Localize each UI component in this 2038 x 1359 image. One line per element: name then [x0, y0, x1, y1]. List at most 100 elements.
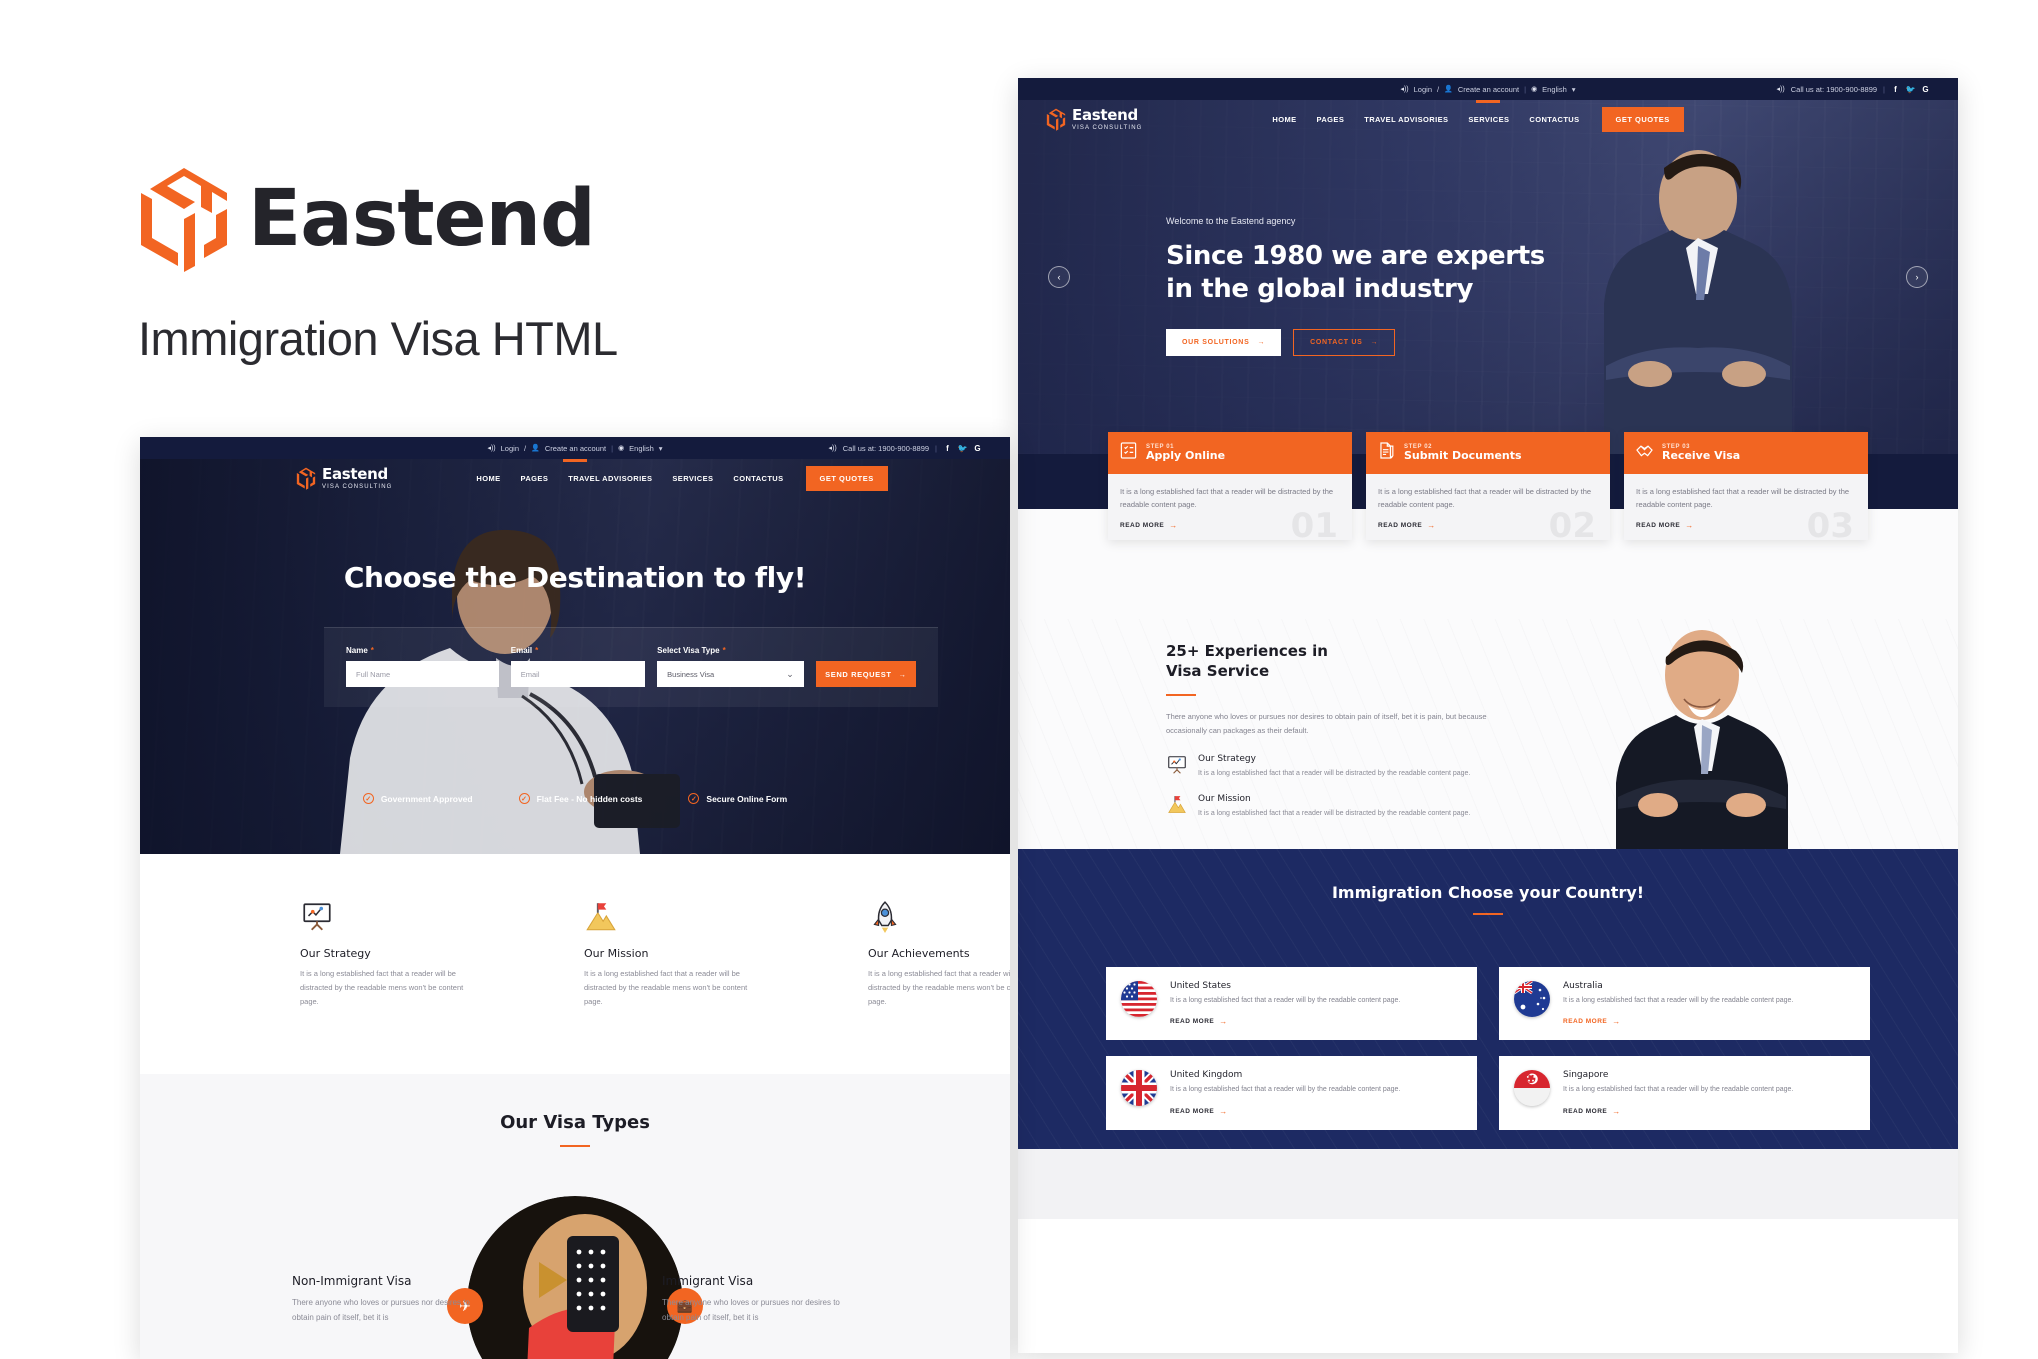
- arrow-right-icon: →: [1685, 521, 1694, 531]
- step-title: Receive Visa: [1662, 448, 1741, 462]
- step-card[interactable]: STEP 01 Apply Online It is a long establ…: [1108, 432, 1352, 546]
- name-label: Name *: [346, 646, 374, 655]
- visa-type-label: Select Visa Type *: [657, 646, 726, 655]
- arrow-right-icon: →: [1219, 1106, 1228, 1116]
- logo-text: Eastend: [322, 464, 388, 483]
- visa-types-circle-photo: [467, 1196, 683, 1359]
- country-card[interactable]: United Kingdom It is a long established …: [1106, 1056, 1477, 1130]
- google-icon[interactable]: G: [973, 444, 982, 453]
- name-input[interactable]: Full Name: [346, 661, 499, 687]
- contact-us-button[interactable]: CONTACT US →: [1293, 329, 1396, 356]
- hero-buttons: OUR SOLUTIONS → CONTACT US →: [1166, 329, 1545, 356]
- read-more-link[interactable]: READ MORE →: [1170, 1017, 1400, 1026]
- login-link[interactable]: Login: [1414, 85, 1432, 94]
- hero-title-line2: in the global industry: [1166, 273, 1474, 304]
- chevron-down-icon[interactable]: ▾: [1572, 85, 1576, 94]
- get-quotes-button[interactable]: GET QUOTES: [1601, 106, 1684, 132]
- step-card[interactable]: STEP 02 Submit Documents It is a long es…: [1366, 432, 1610, 546]
- slider-prev-button[interactable]: ‹: [1048, 266, 1070, 288]
- checklist-icon: [1119, 441, 1138, 465]
- chevron-down-icon[interactable]: ▾: [659, 444, 663, 453]
- step-title: Submit Documents: [1404, 448, 1522, 462]
- read-more-label: READ MORE: [1563, 1107, 1608, 1115]
- create-account-link[interactable]: Create an account: [545, 444, 606, 453]
- get-quotes-button[interactable]: GET QUOTES: [805, 465, 888, 491]
- feature-card: Our Mission It is a long established fac…: [584, 900, 764, 1009]
- nav-item-travel-advisories[interactable]: TRAVEL ADVISORIES: [568, 474, 652, 483]
- nav-item-home[interactable]: HOME: [476, 474, 500, 483]
- nav-item-home[interactable]: HOME: [1272, 115, 1296, 124]
- nav-item-contactus[interactable]: CONTACTUS: [1529, 115, 1579, 124]
- topbar-divider-2: |: [1883, 84, 1885, 94]
- our-solutions-button[interactable]: OUR SOLUTIONS →: [1166, 329, 1282, 356]
- google-icon[interactable]: G: [1921, 85, 1930, 94]
- logo-subtext: VISA CONSULTING: [322, 483, 393, 490]
- step-card[interactable]: STEP 03 Receive Visa It is a long establ…: [1624, 432, 1868, 546]
- megaphone-icon: ◂)): [1776, 86, 1785, 93]
- visa-types-heading: Our Visa Types: [500, 1112, 650, 1133]
- login-link[interactable]: Login: [501, 444, 519, 453]
- features-row: Our Strategy It is a long established fa…: [300, 900, 1010, 1009]
- slider-next-button[interactable]: ›: [1906, 266, 1928, 288]
- language-selector[interactable]: English: [629, 444, 654, 453]
- country-desc: It is a long established fact that a rea…: [1563, 1086, 1794, 1094]
- megaphone-icon: ◂)): [1400, 86, 1409, 93]
- topbar-divider: |: [611, 443, 614, 453]
- nav-links: HOME PAGES TRAVEL ADVISORIES SERVICES CO…: [476, 474, 783, 483]
- country-card[interactable]: United States It is a long established f…: [1106, 967, 1477, 1041]
- facebook-icon[interactable]: f: [1891, 85, 1900, 94]
- nav-item-services[interactable]: SERVICES: [1468, 115, 1509, 124]
- visa-types-heading-wrap: Our Visa Types: [140, 1074, 1010, 1147]
- read-more-link[interactable]: READ MORE →: [1170, 1107, 1400, 1116]
- website-mock-landing: ◂)) Login / 👤 Create an account | ◉ Engl…: [140, 437, 1010, 1359]
- country-card[interactable]: Singapore It is a long established fact …: [1499, 1056, 1870, 1130]
- visa-type-value: Business Visa: [667, 669, 715, 679]
- country-card[interactable]: Australia It is a long established fact …: [1499, 967, 1870, 1041]
- send-request-button[interactable]: SEND REQUEST →: [815, 661, 917, 687]
- twitter-icon[interactable]: 🐦: [1906, 85, 1916, 94]
- badge-label: Government Approved: [380, 793, 473, 804]
- read-more-link[interactable]: READ MORE →: [1563, 1017, 1793, 1026]
- arrow-right-icon: →: [1257, 339, 1266, 346]
- countries-grid: United States It is a long established f…: [1106, 967, 1870, 1130]
- site-navbar: Eastend VISA CONSULTING HOME PAGES TRAVE…: [1018, 100, 1958, 138]
- read-more-label: READ MORE: [1170, 1018, 1215, 1026]
- experience-person-photo: [1576, 619, 1826, 849]
- site-logo[interactable]: Eastend VISA CONSULTING: [296, 464, 393, 490]
- experience-item-desc: It is a long established fact that a rea…: [1198, 770, 1471, 777]
- country-name: United States: [1170, 981, 1231, 991]
- country-name: United Kingdom: [1170, 1070, 1243, 1081]
- nav-item-pages[interactable]: PAGES: [521, 474, 549, 483]
- footer-strip: [1018, 1149, 1958, 1219]
- experience-item-desc: It is a long established fact that a rea…: [1198, 810, 1471, 817]
- user-add-icon: 👤: [531, 445, 540, 452]
- experience-item-title: Our Mission: [1198, 794, 1251, 804]
- facebook-icon[interactable]: f: [943, 444, 952, 453]
- email-field-group: Email * Email: [510, 646, 646, 687]
- create-account-link[interactable]: Create an account: [1458, 85, 1519, 94]
- visa-type-select[interactable]: Business Visa ⌄: [657, 661, 804, 687]
- visa-type-title: Immigrant Visa: [662, 1274, 754, 1288]
- topbar-slash: /: [1437, 84, 1440, 94]
- nav-item-services[interactable]: SERVICES: [672, 474, 713, 483]
- read-more-link[interactable]: READ MORE →: [1563, 1107, 1793, 1116]
- visa-type-desc: There anyone who loves or pursues nor de…: [292, 1298, 470, 1322]
- required-mark: *: [535, 646, 539, 655]
- required-mark: *: [370, 646, 374, 655]
- site-logo[interactable]: Eastend VISA CONSULTING: [1046, 107, 1142, 131]
- twitter-icon[interactable]: 🐦: [958, 444, 968, 453]
- nav-item-pages[interactable]: PAGES: [1317, 115, 1345, 124]
- language-selector[interactable]: English: [1542, 85, 1567, 94]
- nav-item-contactus[interactable]: CONTACTUS: [733, 474, 783, 483]
- nav-item-travel-advisories[interactable]: TRAVEL ADVISORIES: [1364, 115, 1448, 124]
- arrow-right-icon: →: [898, 669, 907, 679]
- visa-type-title: Non-Immigrant Visa: [292, 1274, 412, 1288]
- feature-title: Our Mission: [584, 947, 649, 960]
- contact-us-label: CONTACT US: [1310, 339, 1363, 346]
- mission-flag-icon: [584, 900, 618, 934]
- experience-title-line1: 25+ Experiences in: [1166, 642, 1328, 660]
- steps-section: STEP 01 Apply Online It is a long establ…: [1018, 432, 1958, 619]
- email-input[interactable]: Email: [510, 661, 646, 687]
- name-field-group: Name * Full Name: [346, 646, 499, 687]
- hero-person-photo: [1546, 134, 1846, 454]
